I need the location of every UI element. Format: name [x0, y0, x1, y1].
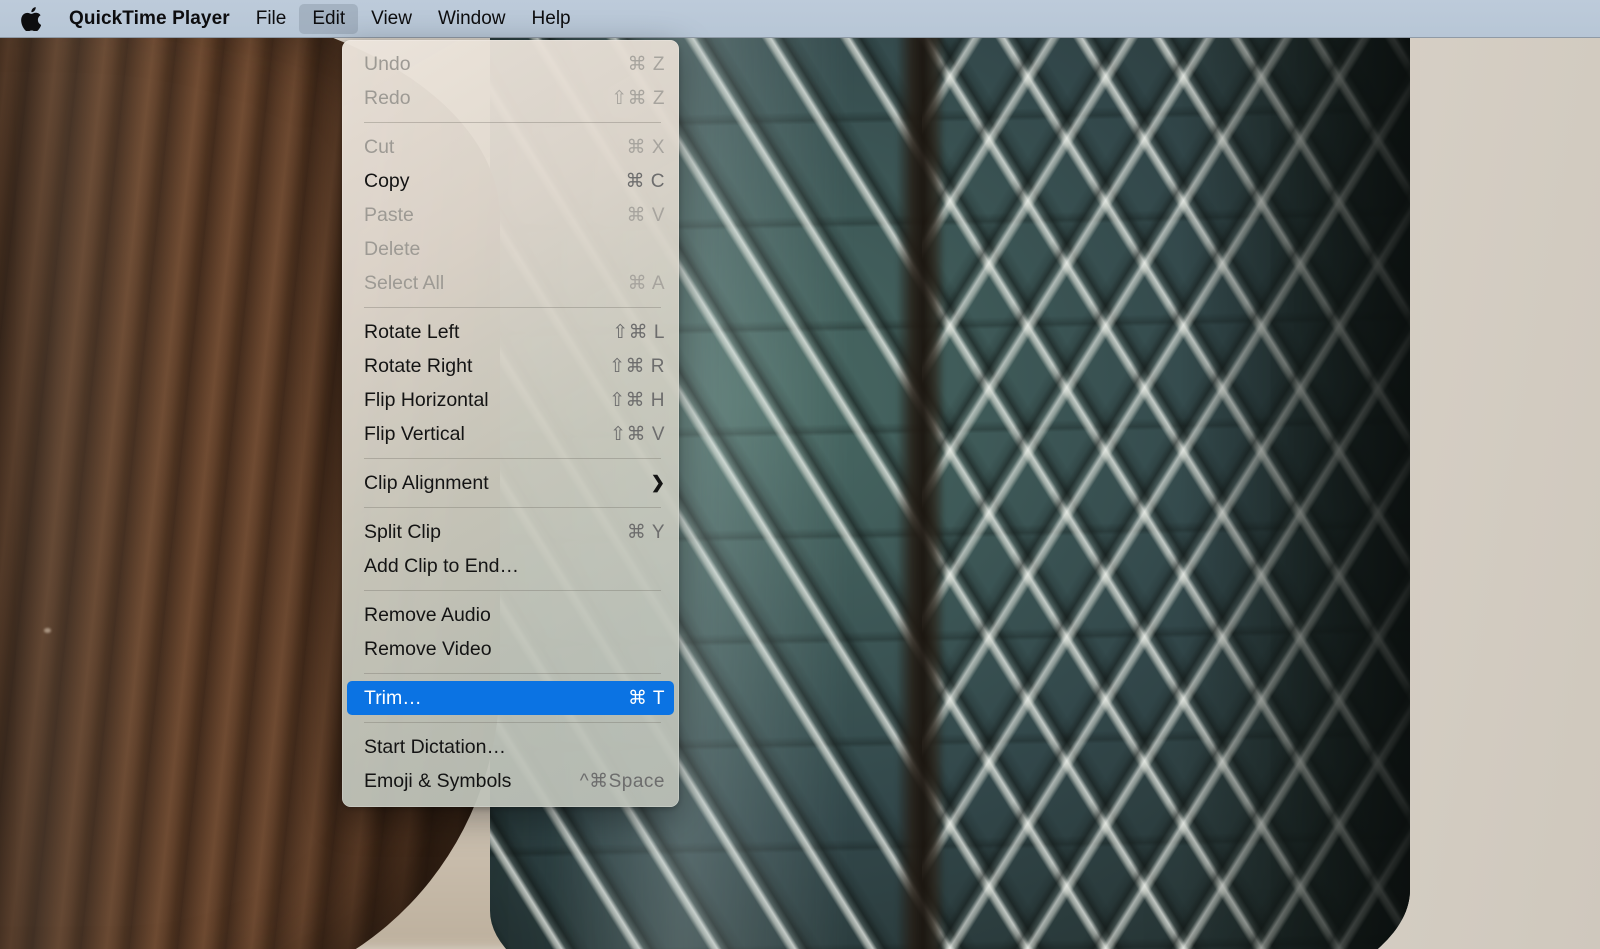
menu-item-undo: Undo ⌘ Z [342, 47, 679, 81]
chevron-right-icon: ❯ [651, 474, 665, 491]
menu-item-label: Copy [364, 170, 410, 193]
menubar-item-view[interactable]: View [358, 4, 425, 34]
menu-separator [364, 458, 661, 459]
menu-item-flip-horizontal[interactable]: Flip Horizontal ⇧⌘ H [342, 383, 679, 417]
menu-item-label: Start Dictation… [364, 736, 506, 759]
menu-item-label: Remove Audio [364, 604, 491, 627]
menu-item-shortcut: ^⌘Space [580, 770, 665, 793]
menu-item-label: Clip Alignment [364, 472, 489, 495]
menubar-item-file[interactable]: File [243, 4, 300, 34]
menu-separator [364, 673, 661, 674]
menu-item-shortcut: ⌘ Y [627, 521, 665, 544]
menu-item-redo: Redo ⇧⌘ Z [342, 81, 679, 115]
menu-item-shortcut: ⌘ V [627, 204, 665, 227]
menu-item-trim[interactable]: Trim… ⌘ T [347, 681, 674, 715]
menu-item-select-all: Select All ⌘ A [342, 266, 679, 300]
menu-item-label: Rotate Left [364, 321, 459, 344]
menu-item-label: Remove Video [364, 638, 492, 661]
menu-item-label: Flip Vertical [364, 423, 465, 446]
menu-item-label: Undo [364, 53, 411, 76]
menu-item-shortcut: ⇧⌘ V [610, 423, 665, 446]
menu-item-label: Cut [364, 136, 394, 159]
menu-item-shortcut: ⌘ T [628, 687, 665, 710]
menu-item-paste: Paste ⌘ V [342, 198, 679, 232]
menu-item-label: Trim… [364, 687, 422, 710]
menu-separator [364, 122, 661, 123]
vase-center-spine [898, 38, 944, 949]
menu-item-label: Select All [364, 272, 444, 295]
menu-item-shortcut: ⇧⌘ Z [611, 87, 665, 110]
screen-root: QuickTime Player File Edit View Window H… [0, 0, 1600, 949]
menu-item-label: Delete [364, 238, 420, 261]
menu-item-shortcut: ⇧⌘ R [609, 355, 665, 378]
menu-item-remove-video[interactable]: Remove Video [342, 632, 679, 666]
menu-item-emoji-and-symbols[interactable]: Emoji & Symbols ^⌘Space [342, 764, 679, 798]
menu-item-start-dictation[interactable]: Start Dictation… [342, 730, 679, 764]
menu-item-label: Paste [364, 204, 414, 227]
menu-item-copy[interactable]: Copy ⌘ C [342, 164, 679, 198]
menu-item-label: Split Clip [364, 521, 441, 544]
menubar-item-window[interactable]: Window [425, 4, 519, 34]
menu-item-rotate-left[interactable]: Rotate Left ⇧⌘ L [342, 315, 679, 349]
menu-item-label: Flip Horizontal [364, 389, 489, 412]
menu-item-cut: Cut ⌘ X [342, 130, 679, 164]
vase-surface-speck [44, 628, 51, 633]
menu-item-shortcut: ⌘ X [627, 136, 665, 159]
menubar-item-edit[interactable]: Edit [299, 4, 358, 34]
menubar-item-help[interactable]: Help [519, 4, 584, 34]
menu-item-shortcut: ⌘ Z [628, 53, 665, 76]
menu-item-shortcut: ⇧⌘ L [612, 321, 665, 344]
menu-item-shortcut: ⌘ A [628, 272, 665, 295]
mac-menu-bar: QuickTime Player File Edit View Window H… [0, 0, 1600, 38]
menu-item-label: Add Clip to End… [364, 555, 519, 578]
menu-item-delete: Delete [342, 232, 679, 266]
menu-item-label: Redo [364, 87, 411, 110]
menu-item-split-clip[interactable]: Split Clip ⌘ Y [342, 515, 679, 549]
menu-separator [364, 307, 661, 308]
menu-separator [364, 722, 661, 723]
quicktime-video-canvas[interactable] [0, 38, 1600, 949]
menu-item-label: Rotate Right [364, 355, 472, 378]
menu-item-rotate-right[interactable]: Rotate Right ⇧⌘ R [342, 349, 679, 383]
menu-item-label: Emoji & Symbols [364, 770, 511, 793]
menubar-app-name[interactable]: QuickTime Player [56, 4, 243, 34]
apple-logo-icon[interactable] [18, 4, 44, 34]
menu-item-add-clip-to-end[interactable]: Add Clip to End… [342, 549, 679, 583]
menu-item-shortcut: ⌘ C [626, 170, 666, 193]
menu-item-remove-audio[interactable]: Remove Audio [342, 598, 679, 632]
vase-edge-shadow [1180, 38, 1410, 949]
menu-item-clip-alignment[interactable]: Clip Alignment ❯ [342, 466, 679, 500]
menu-separator [364, 590, 661, 591]
menu-separator [364, 507, 661, 508]
menu-item-flip-vertical[interactable]: Flip Vertical ⇧⌘ V [342, 417, 679, 451]
menu-item-shortcut: ⇧⌘ H [609, 389, 665, 412]
edit-dropdown-menu[interactable]: Undo ⌘ Z Redo ⇧⌘ Z Cut ⌘ X Copy ⌘ C Paste ⌘ V Dele… [342, 40, 679, 807]
